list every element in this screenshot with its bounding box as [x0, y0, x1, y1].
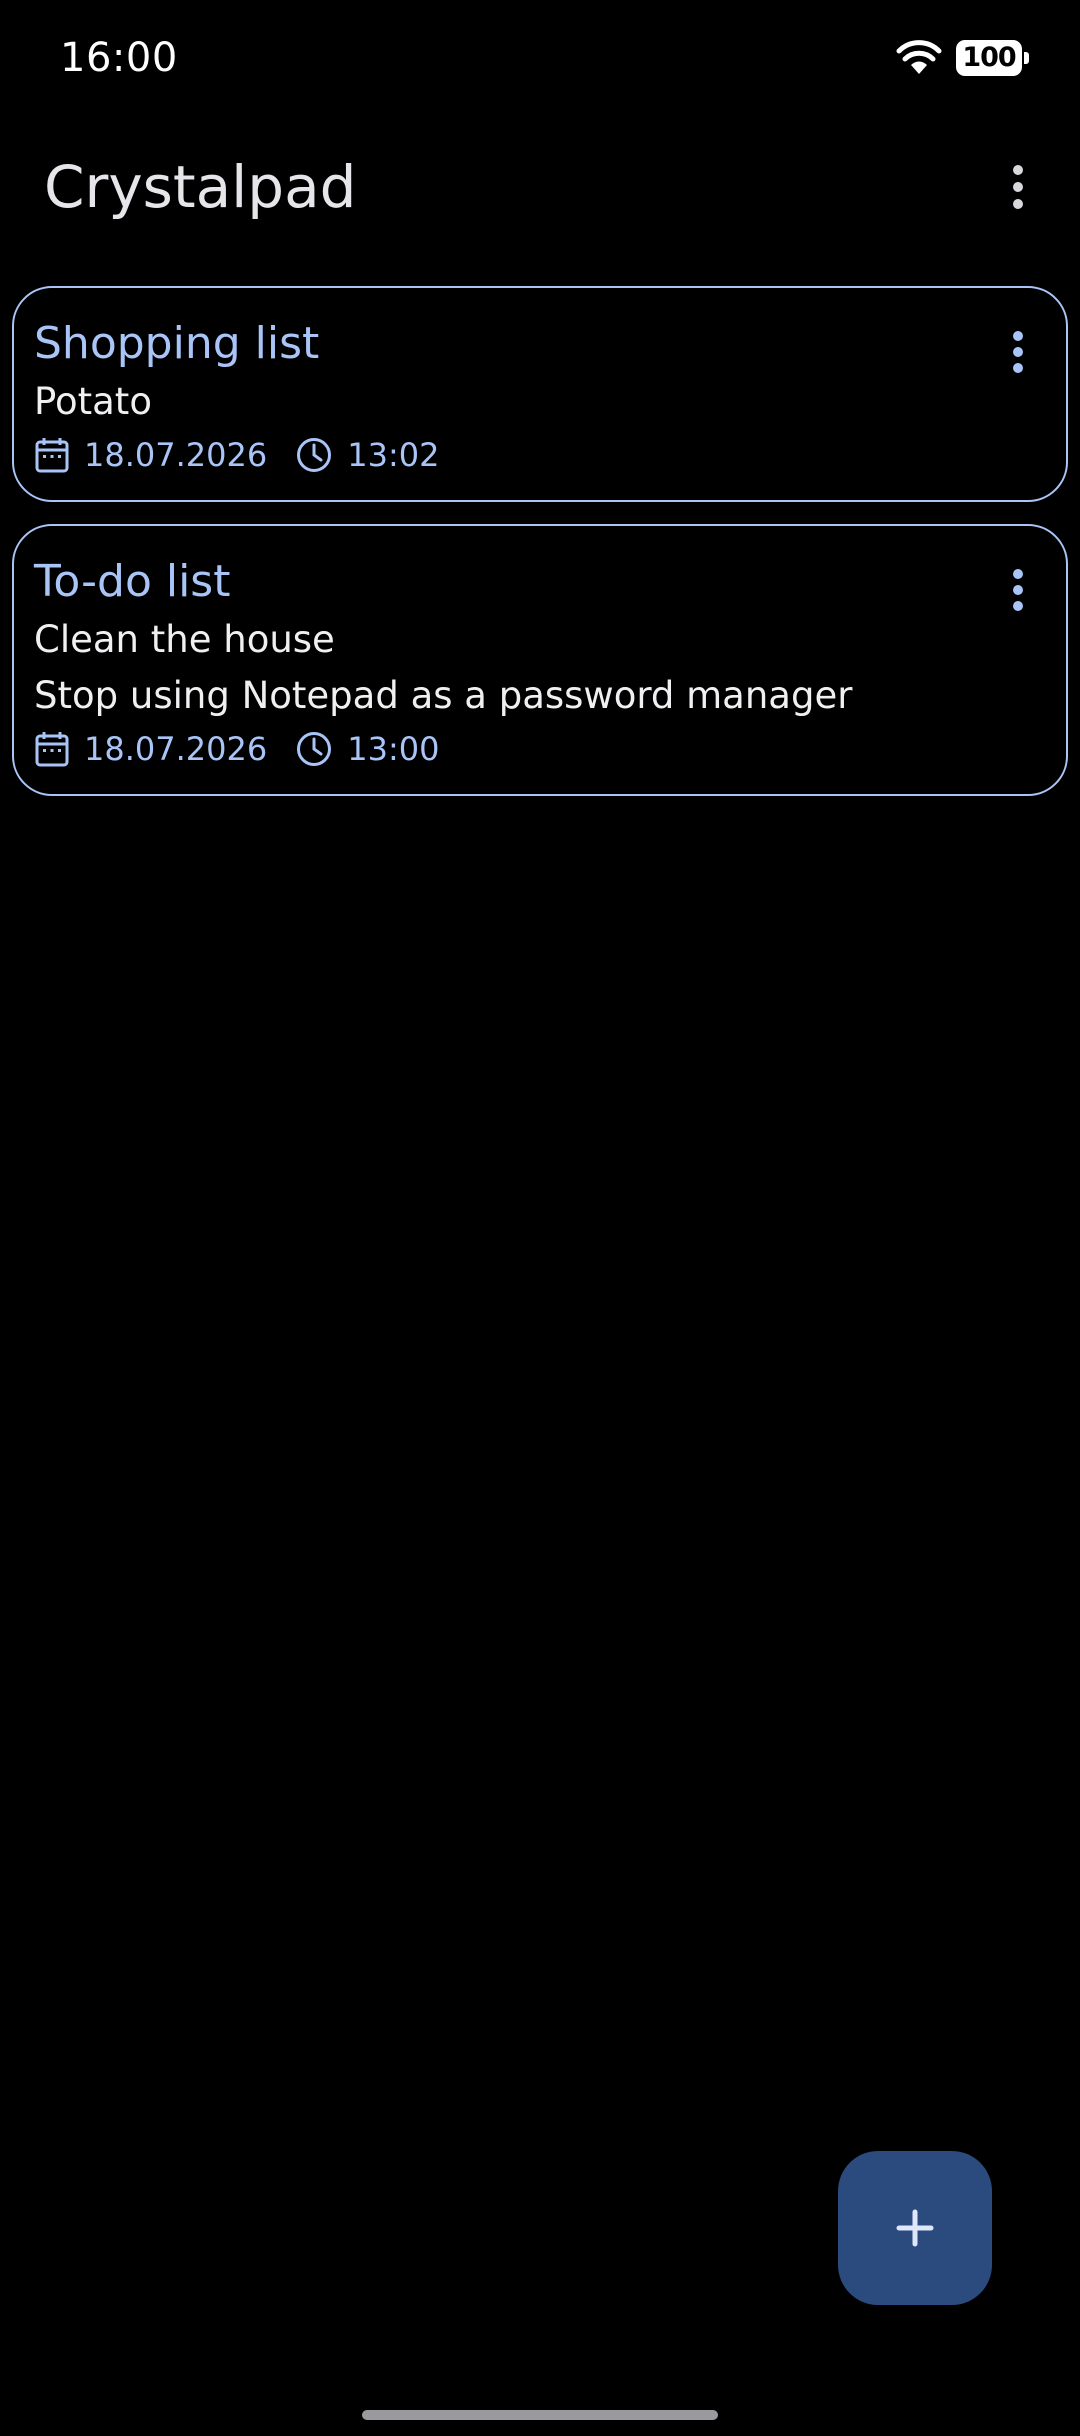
battery-level: 100 — [962, 42, 1016, 73]
calendar-icon — [34, 730, 70, 768]
note-line: Potato — [34, 380, 152, 423]
calendar-icon — [34, 436, 70, 474]
clock-icon — [295, 436, 333, 474]
note-more-vert-icon[interactable] — [998, 322, 1038, 382]
status-time: 16:00 — [60, 35, 178, 81]
note-title: To-do list — [34, 556, 231, 607]
plus-icon — [895, 2208, 935, 2248]
more-vert-icon[interactable] — [986, 155, 1050, 219]
clock-icon — [295, 730, 333, 768]
note-time: 13:00 — [347, 730, 440, 768]
page-title: Crystalpad — [44, 153, 357, 221]
note-title: Shopping list — [34, 318, 320, 369]
add-note-button[interactable] — [838, 2151, 992, 2305]
note-date: 18.07.2026 — [84, 436, 268, 474]
note-time: 13:02 — [347, 436, 440, 474]
note-card-shopping-list[interactable]: Shopping list Potato 18.07.2026 13:02 — [12, 286, 1068, 502]
note-more-vert-icon[interactable] — [998, 560, 1038, 620]
note-line: Stop using Notepad as a password manager — [34, 674, 853, 717]
note-card-todo-list[interactable]: To-do list Clean the house Stop using No… — [12, 524, 1068, 796]
battery-icon: 100 — [956, 40, 1029, 76]
note-line: Clean the house — [34, 618, 335, 661]
status-icons: 100 — [896, 36, 1029, 80]
note-meta: 18.07.2026 13:00 — [34, 726, 956, 772]
wifi-icon — [896, 40, 942, 76]
status-bar: 16:00 100 — [0, 0, 1080, 110]
notes-list: Shopping list Potato 18.07.2026 13:02 To… — [12, 286, 1068, 818]
note-meta: 18.07.2026 13:02 — [34, 432, 956, 478]
gesture-bar[interactable] — [362, 2410, 718, 2420]
note-date: 18.07.2026 — [84, 730, 268, 768]
